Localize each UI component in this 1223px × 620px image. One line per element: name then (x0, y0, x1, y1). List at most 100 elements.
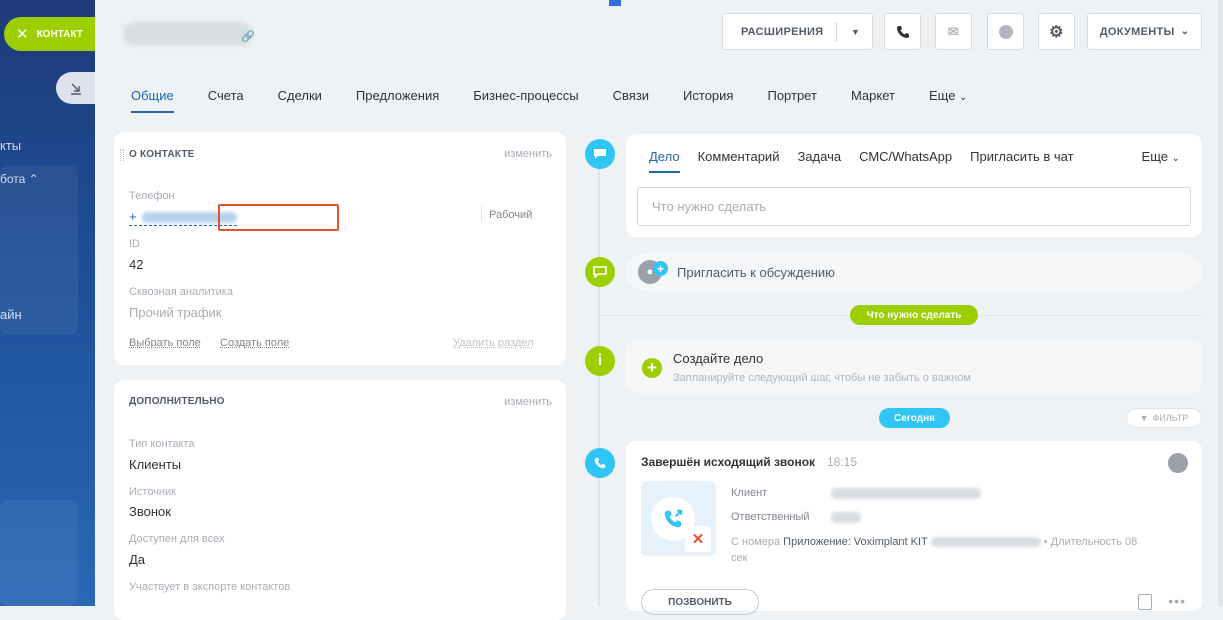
filter-icon: ▼ (1139, 413, 1149, 423)
phone-type: Рабочий (489, 209, 533, 221)
plus-icon: + (653, 261, 668, 276)
chevron-down-icon: ▼ (851, 26, 861, 37)
call-details: С номера Приложение: Voximplant KIT • Дл… (731, 536, 1138, 564)
about-contact-card: О КОНТАКТЕ изменить Телефон + Рабочий ID… (114, 132, 566, 365)
availability-value: Да (129, 552, 146, 567)
tab-portrait[interactable]: Портрет (767, 88, 816, 113)
highlight-box (218, 204, 339, 231)
tab-todo[interactable]: Задача (797, 149, 841, 173)
sidebar-item[interactable]: бота ⌃ (0, 172, 39, 186)
tab-sms[interactable]: СМС/WhatsApp (859, 149, 952, 173)
chevron-down-icon: ⌄ (1171, 153, 1180, 164)
sidebar-item[interactable]: айн (0, 307, 22, 322)
field-label: Тип контакта (129, 438, 195, 450)
main-area: 🔗 РАСШИРЕНИЯ ▼ ✉ ⚙ ДОКУМЕНТЫ ⌄ Общие Счет… (95, 0, 1218, 620)
settings-button[interactable]: ⚙ (1038, 13, 1075, 50)
invite-bar[interactable]: ● + Пригласить к обсуждению (626, 253, 1202, 291)
responsible-label: Ответственный (731, 511, 810, 523)
responsible-blurred (831, 512, 861, 523)
task-input[interactable]: Что нужно сделать (637, 187, 1191, 226)
tab-bar: Общие Счета Сделки Предложения Бизнес-пр… (131, 88, 1001, 113)
gear-icon: ⚙ (1049, 23, 1064, 41)
call-thumb: ✕ (641, 481, 716, 556)
tab-invoices[interactable]: Счета (208, 88, 244, 113)
section-title: О КОНТАКТЕ (129, 149, 195, 160)
collapse-button[interactable] (56, 72, 95, 104)
user-avatar-icon[interactable] (1168, 453, 1188, 473)
call-title: Завершён исходящий звонок (641, 455, 816, 469)
drag-handle[interactable] (120, 149, 124, 161)
field-label: Источник (129, 486, 176, 498)
id-value: 42 (129, 257, 144, 272)
link-icon[interactable]: 🔗 (241, 30, 255, 43)
top-marker (609, 0, 621, 6)
chip-label: КОНТАКТ (36, 28, 83, 40)
tab-relations[interactable]: Связи (613, 88, 649, 113)
tab-more[interactable]: Еще ⌄ (929, 88, 967, 113)
scrollbar[interactable] (1218, 0, 1223, 606)
tab-business-processes[interactable]: Бизнес-процессы (473, 88, 578, 113)
client-name-blurred (831, 488, 981, 499)
documents-button[interactable]: ДОКУМЕНТЫ ⌄ (1087, 13, 1202, 50)
contact-close-chip[interactable]: ✕ КОНТАКТ (4, 17, 95, 51)
note-icon[interactable] (1138, 594, 1152, 610)
filter-button[interactable]: ▼ ФИЛЬТР (1126, 408, 1202, 428)
chevron-down-icon: ⌄ (1180, 26, 1190, 37)
phone-icon (896, 25, 909, 38)
create-task-title: Создайте дело (673, 351, 764, 366)
create-field-link[interactable]: Создать поле (220, 337, 289, 349)
discussion-icon (585, 257, 615, 287)
select-field-link[interactable]: Выбрать поле (129, 337, 201, 349)
tab-history[interactable]: История (683, 88, 733, 113)
add-icon: + (642, 358, 662, 378)
extensions-button[interactable]: РАСШИРЕНИЯ ▼ (722, 13, 873, 50)
source-value: Звонок (129, 504, 171, 519)
tab-comment[interactable]: Комментарий (698, 149, 780, 173)
field-label: Телефон (129, 190, 175, 202)
call-time: 18:15 (827, 455, 858, 469)
tab-general[interactable]: Общие (131, 88, 174, 113)
delete-section-link[interactable]: Удалить раздел (453, 337, 534, 349)
edit-link[interactable]: изменить (504, 396, 552, 408)
today-pill: Сегодня (879, 408, 950, 428)
call-again-button[interactable]: ПОЗВОНИТЬ (641, 589, 759, 615)
collapse-icon (70, 83, 81, 95)
tab-market[interactable]: Маркет (851, 88, 895, 113)
close-icon: ✕ (16, 26, 29, 43)
chevron-down-icon: ⌄ (959, 92, 968, 103)
sidebar-item[interactable]: кты (0, 138, 21, 153)
create-task-card[interactable]: + Создайте дело Запланируйте следующий ш… (626, 341, 1202, 393)
field-label: Участвует в экспорте контактов (129, 581, 291, 593)
activity-editor: Дело Комментарий Задача СМС/WhatsApp При… (626, 134, 1202, 237)
call-button[interactable] (884, 13, 921, 50)
section-title: ДОПОЛНИТЕЛЬНО (129, 396, 225, 407)
tab-task[interactable]: Дело (649, 149, 680, 173)
editor-tabs: Дело Комментарий Задача СМС/WhatsApp При… (649, 149, 1092, 173)
info-icon: i (585, 346, 615, 376)
more-icon[interactable]: ••• (1168, 593, 1186, 609)
invite-label: Пригласить к обсуждению (677, 265, 835, 280)
tab-deals[interactable]: Сделки (278, 88, 322, 113)
more-menu[interactable]: Еще ⌄ (1142, 149, 1180, 164)
mail-icon: ✉ (947, 23, 960, 39)
outgoing-call-icon (585, 448, 615, 478)
chat-bubble-icon (585, 139, 615, 169)
analytics-value: Прочий трафик (129, 305, 222, 320)
field-label: Доступен для всех (129, 533, 225, 545)
tab-quotes[interactable]: Предложения (356, 88, 439, 113)
field-label: Сквозная аналитика (129, 286, 233, 298)
create-task-subtitle: Запланируйте следующий шаг, чтобы не заб… (673, 372, 971, 384)
call-card: Завершён исходящий звонок 18:15 ✕ Клиент… (626, 441, 1202, 615)
tab-invite-chat[interactable]: Пригласить в чат (970, 149, 1073, 173)
contact-type-value: Клиенты (129, 457, 182, 472)
phone-value[interactable]: + (129, 209, 137, 224)
todo-pill: Что нужно сделать (850, 305, 978, 325)
additional-card: ДОПОЛНИТЕЛЬНО изменить Тип контакта Клие… (114, 380, 566, 620)
missed-x-icon: ✕ (685, 526, 711, 552)
field-label: ID (129, 238, 140, 250)
chat-icon (998, 24, 1013, 39)
edit-link[interactable]: изменить (504, 148, 552, 160)
chat-button[interactable] (987, 13, 1024, 50)
mail-button[interactable]: ✉ (935, 13, 972, 50)
timeline-line (598, 150, 600, 606)
